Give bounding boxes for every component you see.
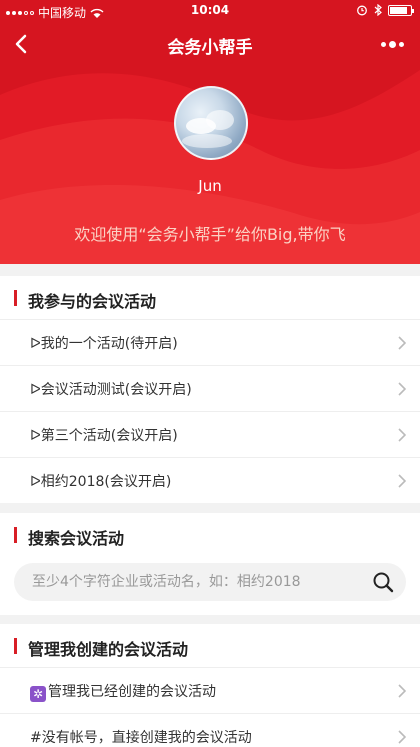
status-bar: 中国移动 10:04 [0, 0, 420, 22]
activity-label: ᐅ第三个活动(会议开启) [30, 428, 178, 444]
search-section: 搜索会议活动 [0, 513, 420, 615]
section-header: 搜索会议活动 [0, 513, 420, 557]
bluetooth-icon [374, 4, 382, 16]
chevron-right-icon [398, 474, 406, 488]
username: Jun [198, 177, 222, 195]
chevron-right-icon [398, 382, 406, 396]
nav-bar: 会务小帮手 [0, 22, 420, 66]
chevron-right-icon [398, 336, 406, 350]
alarm-icon [357, 5, 367, 16]
search-input[interactable] [32, 563, 362, 601]
section-accent-bar [14, 290, 17, 306]
section-header: 我参与的会议活动 [0, 276, 420, 320]
manage-created-label-wrap: ✲ 管理我已经创建的会议活动 [30, 681, 216, 702]
chevron-right-icon [398, 428, 406, 442]
manage-created-item[interactable]: ✲ 管理我已经创建的会议活动 [0, 668, 420, 714]
section-title: 管理我创建的会议活动 [28, 640, 189, 659]
joined-activities-section: 我参与的会议活动 ᐅ我的一个活动(待开启) ᐅ会议活动测试(会议开启) ᐅ第三个… [0, 276, 420, 503]
search-icon[interactable] [372, 571, 394, 593]
activity-item[interactable]: ᐅ相约2018(会议开启) [0, 458, 420, 504]
manage-activities-section: 管理我创建的会议活动 ✲ 管理我已经创建的会议活动 #没有帐号，直接创建我的会议活… [0, 624, 420, 747]
more-dots-icon[interactable] [376, 30, 408, 58]
activity-label: ᐅ会议活动测试(会议开启) [30, 382, 192, 398]
battery-icon [388, 4, 414, 16]
chevron-right-icon [398, 730, 406, 744]
activity-item[interactable]: ᐅ我的一个活动(待开启) [0, 320, 420, 366]
welcome-text: 欢迎使用“会务小帮手”给你Big,带你飞 [74, 225, 346, 244]
section-accent-bar [14, 527, 17, 543]
activity-label: ᐅ我的一个活动(待开启) [30, 336, 178, 352]
chevron-right-icon [398, 684, 406, 698]
activity-item[interactable]: ᐅ会议活动测试(会议开启) [0, 366, 420, 412]
activity-item[interactable]: ᐅ第三个活动(会议开启) [0, 412, 420, 458]
page-title: 会务小帮手 [167, 38, 253, 58]
manage-created-label: 管理我已经创建的会议活动 [48, 684, 216, 700]
section-accent-bar [14, 638, 17, 654]
create-without-account-label: #没有帐号，直接创建我的会议活动 [30, 730, 252, 746]
header-hero: 中国移动 10:04 会务小帮手 Jun 欢迎使用“会务小帮手”给你Big,带你… [0, 0, 420, 264]
section-header: 管理我创建的会议活动 [0, 624, 420, 668]
search-bar [0, 557, 420, 613]
activity-label: ᐅ相约2018(会议开启) [30, 474, 172, 490]
create-without-account-item[interactable]: #没有帐号，直接创建我的会议活动 [0, 714, 420, 747]
avatar[interactable] [174, 86, 248, 160]
search-box [14, 563, 406, 601]
section-title: 我参与的会议活动 [28, 292, 157, 311]
gear-icon: ✲ [30, 686, 46, 702]
section-title: 搜索会议活动 [28, 529, 125, 548]
